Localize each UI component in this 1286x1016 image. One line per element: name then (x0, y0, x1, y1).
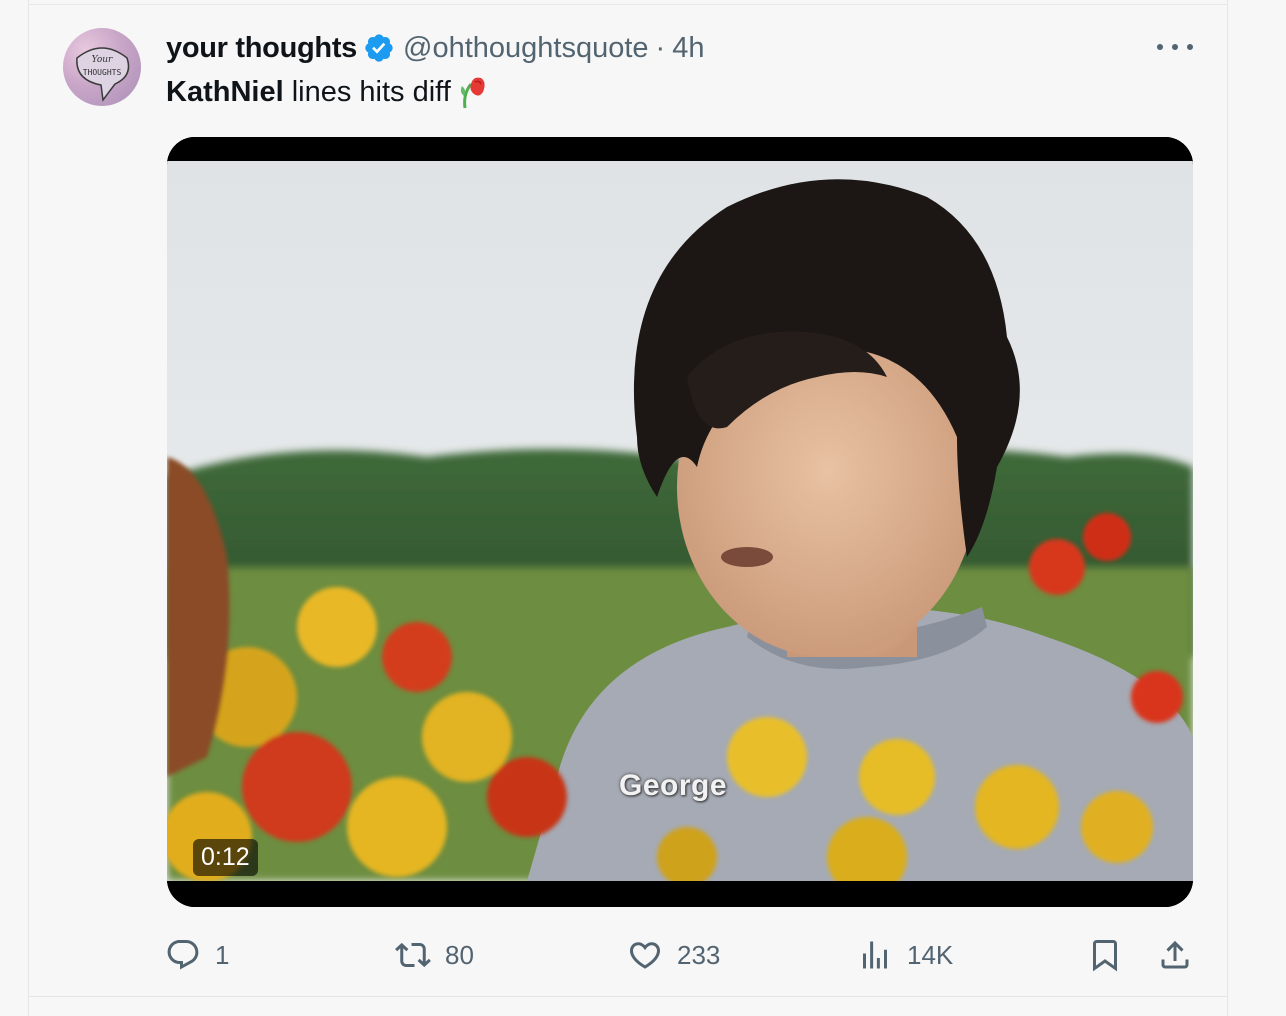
like-button[interactable]: 233 (627, 930, 720, 980)
user-handle[interactable]: @ohthoughtsquote (403, 32, 649, 65)
tweet-text-rest: lines hits diff (283, 75, 451, 108)
display-name[interactable]: your thoughts (166, 32, 357, 65)
verified-badge-icon (363, 32, 395, 64)
tweet-header: your thoughts @ohthoughtsquote · 4h (166, 28, 704, 68)
like-count: 233 (677, 939, 721, 970)
tweet-text-bold[interactable]: KathNiel (166, 76, 284, 109)
more-dots-icon[interactable] (1157, 34, 1193, 60)
retweet-icon (395, 942, 431, 968)
tweet-text: KathNiel lines hits diff (166, 72, 489, 112)
views-button[interactable]: 14K (857, 930, 953, 980)
views-count: 14K (907, 939, 954, 970)
share-button[interactable] (1157, 930, 1193, 980)
avatar-text-bottom: THOUGHTS (83, 68, 122, 77)
divider-top (29, 4, 1227, 5)
retweet-button[interactable]: 80 (395, 930, 474, 980)
reply-button[interactable]: 1 (165, 930, 229, 980)
retweet-count: 80 (445, 939, 474, 970)
tweet-time[interactable]: 4h (672, 32, 704, 65)
share-icon (1161, 940, 1189, 969)
wilted-rose-emoji-icon (459, 74, 489, 110)
tweet-card[interactable]: Your THOUGHTS your thoughts @ohthoughtsq… (28, 0, 1228, 1016)
avatar-text-top: Your (92, 55, 113, 65)
reply-count: 1 (215, 939, 230, 970)
divider-bottom (29, 996, 1227, 997)
reply-icon (167, 940, 199, 970)
video-duration: 0:12 (193, 839, 258, 876)
bookmark-button[interactable] (1087, 930, 1123, 980)
bookmark-icon (1093, 940, 1117, 972)
action-bar: 1 80 233 14K (29, 930, 1227, 980)
video-player[interactable]: George 0:12 (167, 137, 1193, 907)
separator-dot: · (655, 31, 666, 64)
views-chart-icon (863, 941, 887, 969)
avatar[interactable]: Your THOUGHTS (63, 28, 141, 106)
heart-icon (629, 942, 661, 969)
video-caption: George (619, 769, 728, 802)
